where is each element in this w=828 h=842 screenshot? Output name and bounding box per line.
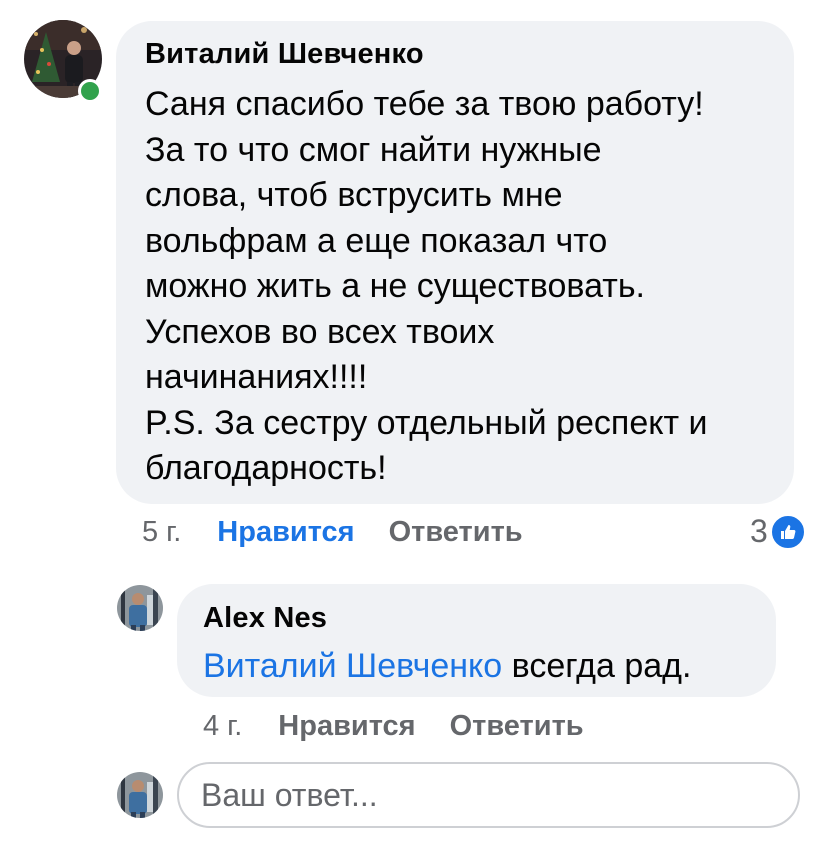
comment-text-line: Успехов во всех твоих bbox=[145, 312, 495, 351]
reply-input[interactable] bbox=[201, 764, 771, 826]
avatar-image bbox=[117, 772, 163, 818]
comment-text-line: P.S. За сестру отдельный респект и bbox=[145, 403, 708, 442]
reply-composer bbox=[177, 762, 800, 828]
comment-timestamp[interactable]: 5 г. bbox=[142, 516, 181, 549]
reply-actions: 4 г. Нравится Ответить bbox=[203, 710, 584, 743]
reply-timestamp[interactable]: 4 г. bbox=[203, 710, 242, 743]
online-status-indicator bbox=[78, 79, 102, 103]
comment-text-line: начинаниях!!!! bbox=[145, 358, 368, 396]
avatar[interactable] bbox=[117, 585, 163, 631]
comment-text-line: слова, чтоб вструсить мне bbox=[145, 176, 563, 214]
comment-author-name[interactable]: Виталий Шевченко bbox=[145, 38, 424, 71]
reaction-summary[interactable]: 3 bbox=[750, 513, 806, 550]
comment-text-line: можно жить а не существовать. bbox=[145, 267, 645, 305]
comment-text-line: благодарность! bbox=[145, 449, 387, 487]
comment-text-line: За то что смог найти нужные bbox=[145, 130, 602, 169]
reply-button[interactable]: Ответить bbox=[450, 710, 584, 743]
reaction-count: 3 bbox=[750, 513, 768, 549]
like-button[interactable]: Нравится bbox=[278, 710, 415, 743]
comment-text-line: вольфрам а еще показал что bbox=[145, 221, 608, 260]
avatar-image bbox=[117, 585, 163, 631]
mention-link[interactable]: Виталий Шевченко bbox=[203, 647, 502, 685]
reply-author-name[interactable]: Alex Nes bbox=[203, 602, 327, 635]
comment-text: Саня спасибо тебе за твою работу! За то … bbox=[145, 82, 785, 492]
reply-text: Виталий Шевченко всегда рад. bbox=[203, 644, 691, 689]
thumbs-up-icon bbox=[769, 513, 806, 550]
avatar bbox=[117, 772, 163, 818]
reply-text-body: всегда рад. bbox=[502, 647, 692, 685]
comment-thread: Виталий Шевченко Саня спасибо тебе за тв… bbox=[0, 0, 828, 842]
reply-button[interactable]: Ответить bbox=[389, 516, 523, 549]
comment-actions: 5 г. Нравится Ответить bbox=[142, 516, 523, 549]
like-button[interactable]: Нравится bbox=[217, 516, 354, 549]
comment-text-line: Саня спасибо тебе за твою работу! bbox=[145, 85, 704, 123]
